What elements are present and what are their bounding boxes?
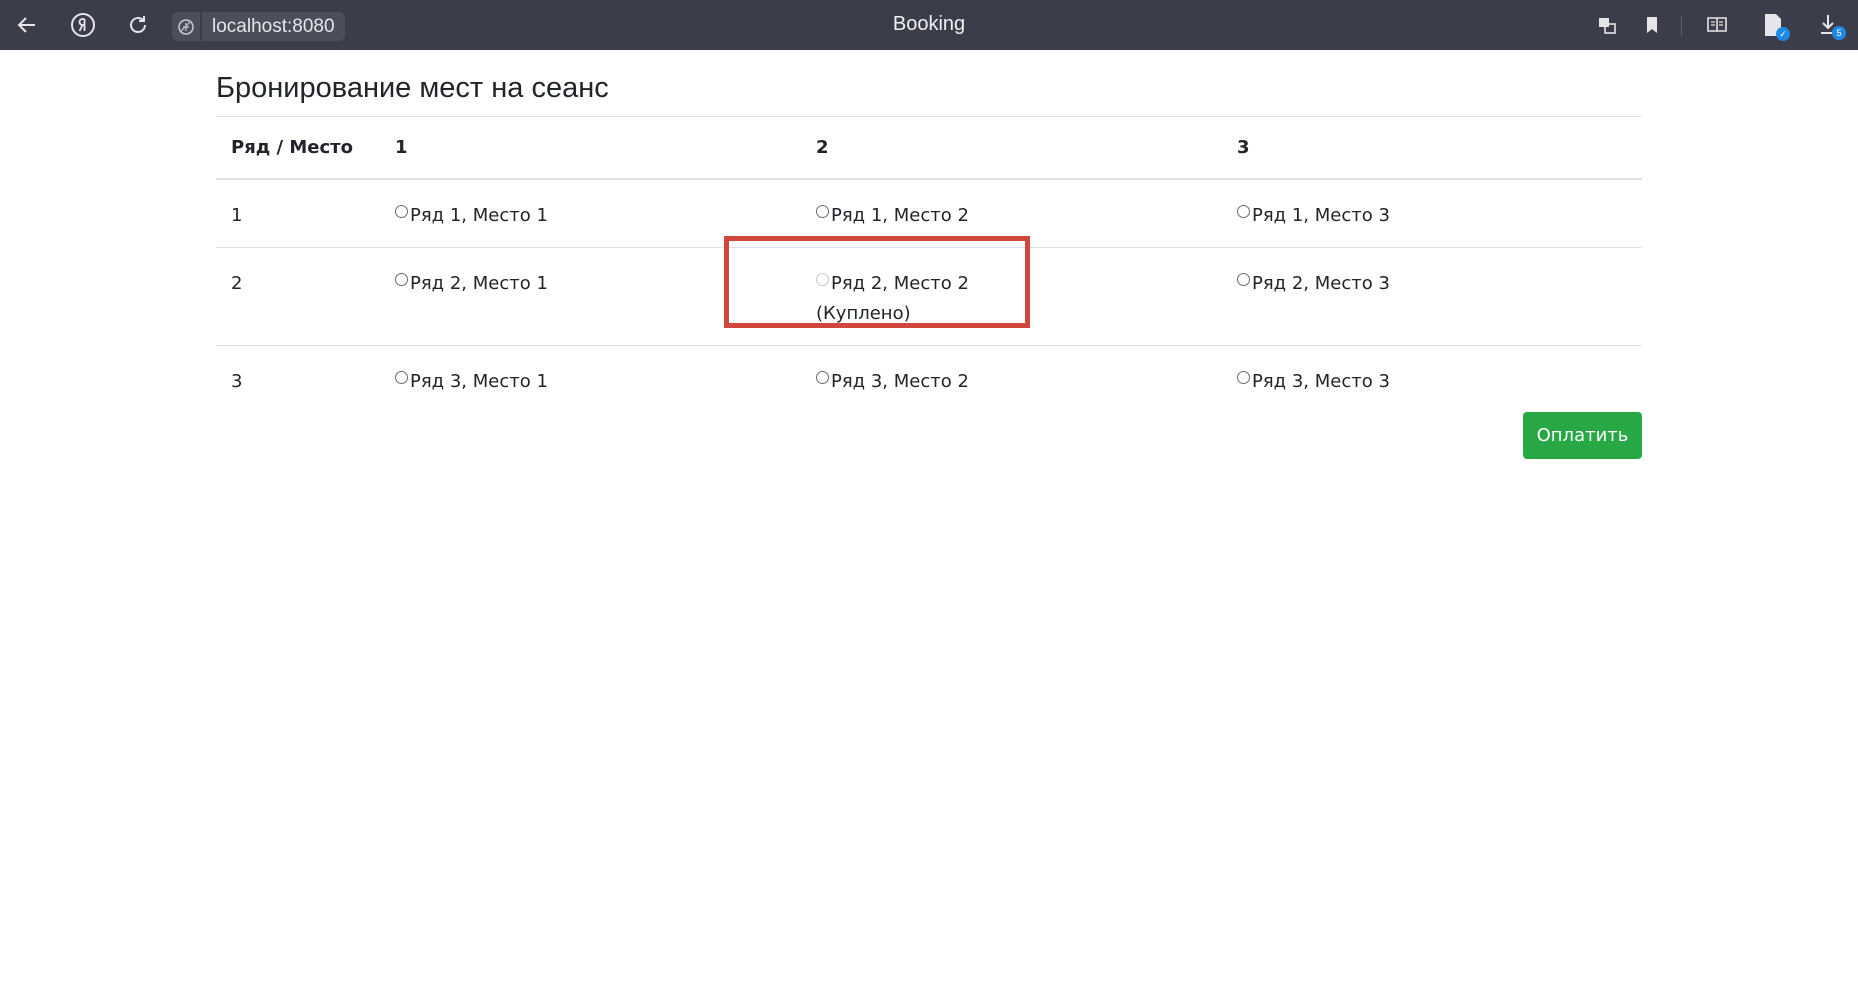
seat-radio[interactable] [816,371,829,384]
reader-icon [1705,14,1729,36]
translate-icon [1596,14,1618,36]
back-button[interactable] [10,8,44,42]
seat-radio[interactable] [1237,273,1250,286]
yandex-logo-icon [70,12,96,38]
row-label: 3 [216,345,380,413]
bookmark-button[interactable] [1635,8,1669,42]
seat-radio-disabled [816,273,829,286]
download-icon: 5 [1816,12,1846,40]
seat-label[interactable]: Ряд 1, Место 1 [410,201,548,231]
row-label: 1 [216,178,380,248]
seat-table: Ряд / Место 1 2 3 1 Ряд 1, Место 1 Ряд 1… [216,116,1642,413]
url-text[interactable]: localhost:8080 [202,12,345,41]
address-bar[interactable]: localhost:8080 [172,12,345,41]
translate-button[interactable] [1590,8,1624,42]
pay-button[interactable]: Оплатить [1523,412,1642,459]
seat-option[interactable]: Ряд 1, Место 2 [801,178,1222,248]
header-row-seat: Ряд / Место [216,116,380,180]
yandex-button[interactable] [66,8,100,42]
seat-radio[interactable] [395,273,408,286]
seat-label[interactable]: Ряд 1, Место 2 [831,201,969,231]
arrow-left-icon [16,14,38,36]
seat-radio[interactable] [395,371,408,384]
page-title: Бронирование мест на сеанс [216,72,609,104]
seat-radio[interactable] [816,205,829,218]
reader-button[interactable] [1700,8,1734,42]
table-header-row: Ряд / Место 1 2 3 [216,116,1642,180]
document-check-icon: ✓ [1760,12,1790,41]
seat-status-purchased: (Куплено) [816,303,911,324]
toolbar-divider [1681,16,1682,36]
seat-option[interactable]: Ряд 2, Место 3 [1222,247,1642,346]
table-row: 2 Ряд 2, Место 1 Ряд 2, Место 2 (Куплено… [216,247,1642,346]
seat-option[interactable]: Ряд 3, Место 1 [380,345,801,413]
check-badge-icon: ✓ [1776,27,1790,41]
seat-label: Ряд 2, Место 2 [831,273,969,294]
seat-radio[interactable] [1237,371,1250,384]
seat-option-purchased: Ряд 2, Место 2 (Куплено) [801,247,1222,346]
row-label: 2 [216,247,380,346]
seat-radio[interactable] [395,205,408,218]
seat-label[interactable]: Ряд 3, Место 2 [831,367,969,397]
seat-option[interactable]: Ряд 3, Место 2 [801,345,1222,413]
seat-label[interactable]: Ряд 2, Место 3 [1252,269,1390,299]
downloads-button[interactable]: 5 [1812,8,1846,42]
seat-option[interactable]: Ряд 2, Место 1 [380,247,801,346]
seat-label[interactable]: Ряд 3, Место 3 [1252,367,1390,397]
header-seat-2: 2 [801,116,1222,180]
reload-icon [127,14,149,36]
header-seat-1: 1 [380,116,801,180]
seat-radio[interactable] [1237,205,1250,218]
seat-label[interactable]: Ряд 3, Место 1 [410,367,548,397]
extension-button[interactable]: ✓ [1756,8,1790,42]
table-row: 1 Ряд 1, Место 1 Ряд 1, Место 2 Ряд 1, М… [216,178,1642,248]
downloads-count: 5 [1832,26,1846,40]
header-seat-3: 3 [1222,116,1642,180]
seat-label[interactable]: Ряд 2, Место 1 [410,269,548,299]
seat-option[interactable]: Ряд 1, Место 3 [1222,178,1642,248]
seat-label[interactable]: Ряд 1, Место 3 [1252,201,1390,231]
bookmark-icon [1642,14,1662,36]
reload-button[interactable] [121,8,155,42]
table-row: 3 Ряд 3, Место 1 Ряд 3, Место 2 Ряд 3, М… [216,345,1642,413]
browser-toolbar: localhost:8080 Booking ✓ 5 [0,0,1858,50]
site-info-icon[interactable] [172,12,200,41]
seat-option[interactable]: Ряд 3, Место 3 [1222,345,1642,413]
seat-option[interactable]: Ряд 1, Место 1 [380,178,801,248]
